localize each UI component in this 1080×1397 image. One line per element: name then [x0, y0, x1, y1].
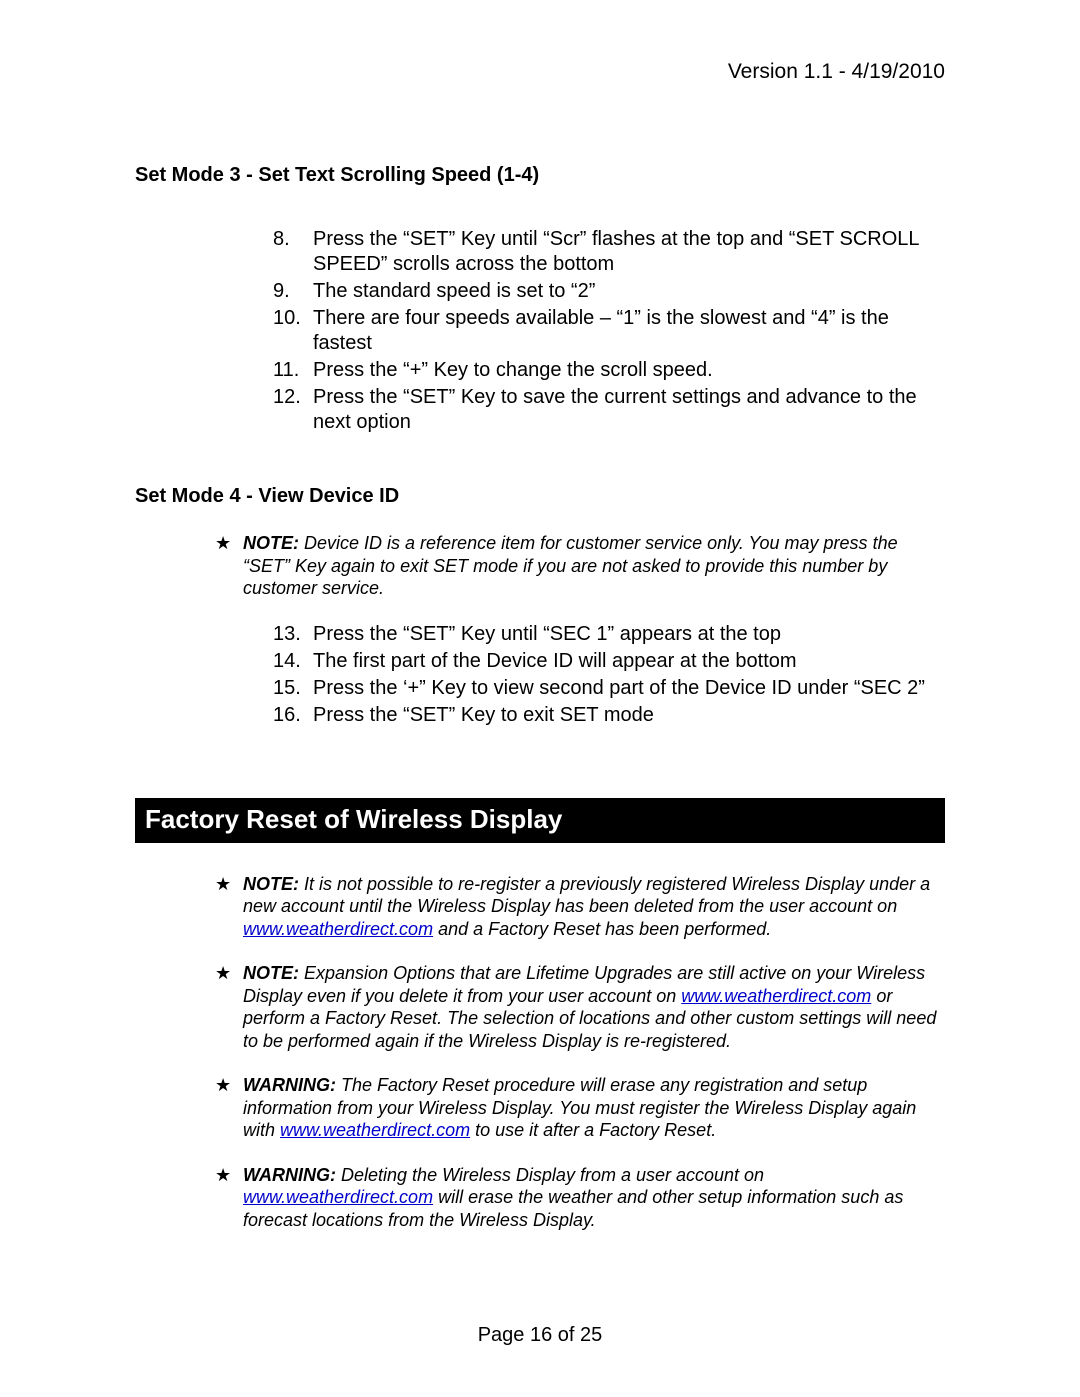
item-text: Press the “SET” Key until “SEC 1” appear…	[313, 623, 781, 645]
note-label: NOTE:	[243, 874, 299, 894]
note-text: Device ID is a reference item for custom…	[243, 533, 898, 598]
note-post: and a Factory Reset has been performed.	[433, 919, 771, 939]
weatherdirect-link[interactable]: www.weatherdirect.com	[280, 1120, 470, 1140]
item-text: There are four speeds available – “1” is…	[313, 307, 889, 354]
item-text: Press the “SET” Key to exit SET mode	[313, 704, 654, 726]
list-item: 13. Press the “SET” Key until “SEC 1” ap…	[273, 622, 945, 647]
weatherdirect-link[interactable]: www.weatherdirect.com	[243, 919, 433, 939]
document-page: Version 1.1 - 4/19/2010 Set Mode 3 - Set…	[0, 0, 1080, 1397]
set-mode-4-list: 13. Press the “SET” Key until “SEC 1” ap…	[135, 622, 945, 728]
list-item: 12. Press the “SET” Key to save the curr…	[273, 385, 945, 435]
item-number: 9.	[273, 279, 311, 304]
list-item: 11. Press the “+” Key to change the scro…	[273, 358, 945, 383]
note-post: to use it after a Factory Reset.	[470, 1120, 716, 1140]
item-text: The first part of the Device ID will app…	[313, 650, 797, 672]
heading-set-mode-3: Set Mode 3 - Set Text Scrolling Speed (1…	[135, 164, 945, 187]
heading-set-mode-4: Set Mode 4 - View Device ID	[135, 485, 945, 508]
factory-reset-warning: ★ WARNING: The Factory Reset procedure w…	[215, 1074, 945, 1142]
item-number: 16.	[273, 703, 311, 728]
item-text: Press the ‘+” Key to view second part of…	[313, 677, 925, 699]
note-pre: It is not possible to re-register a prev…	[243, 874, 930, 917]
item-number: 14.	[273, 649, 311, 674]
star-icon: ★	[215, 873, 231, 896]
warning-label: WARNING:	[243, 1075, 336, 1095]
item-number: 13.	[273, 622, 311, 647]
list-item: 15. Press the ‘+” Key to view second par…	[273, 676, 945, 701]
heading-factory-reset: Factory Reset of Wireless Display	[135, 798, 945, 843]
note-pre: Deleting the Wireless Display from a use…	[341, 1165, 764, 1185]
star-icon: ★	[215, 1164, 231, 1187]
factory-reset-warning: ★ WARNING: Deleting the Wireless Display…	[215, 1164, 945, 1232]
header-version: Version 1.1 - 4/19/2010	[135, 60, 945, 84]
item-text: Press the “+” Key to change the scroll s…	[313, 359, 713, 381]
item-text: The standard speed is set to “2”	[313, 280, 595, 302]
set-mode-3-list: 8. Press the “SET” Key until “Scr” flash…	[135, 227, 945, 435]
factory-reset-note: ★ NOTE: Expansion Options that are Lifet…	[215, 962, 945, 1052]
item-number: 12.	[273, 385, 311, 410]
item-text: Press the “SET” Key until “Scr” flashes …	[313, 228, 919, 275]
factory-reset-note: ★ NOTE: It is not possible to re-registe…	[215, 873, 945, 941]
item-number: 8.	[273, 227, 311, 252]
weatherdirect-link[interactable]: www.weatherdirect.com	[681, 986, 871, 1006]
page-footer: Page 16 of 25	[0, 1324, 1080, 1347]
item-text: Press the “SET” Key to save the current …	[313, 386, 917, 433]
item-number: 11.	[273, 358, 311, 383]
item-number: 10.	[273, 306, 311, 331]
note-set-mode-4: ★ NOTE: Device ID is a reference item fo…	[215, 532, 945, 600]
list-item: 10. There are four speeds available – “1…	[273, 306, 945, 356]
list-item: 8. Press the “SET” Key until “Scr” flash…	[273, 227, 945, 277]
star-icon: ★	[215, 1074, 231, 1097]
warning-label: WARNING:	[243, 1165, 336, 1185]
star-icon: ★	[215, 962, 231, 985]
note-label: NOTE:	[243, 963, 299, 983]
note-label: NOTE:	[243, 533, 299, 553]
item-number: 15.	[273, 676, 311, 701]
list-item: 14. The first part of the Device ID will…	[273, 649, 945, 674]
list-item: 9. The standard speed is set to “2”	[273, 279, 945, 304]
list-item: 16. Press the “SET” Key to exit SET mode	[273, 703, 945, 728]
star-icon: ★	[215, 532, 231, 555]
weatherdirect-link[interactable]: www.weatherdirect.com	[243, 1187, 433, 1207]
